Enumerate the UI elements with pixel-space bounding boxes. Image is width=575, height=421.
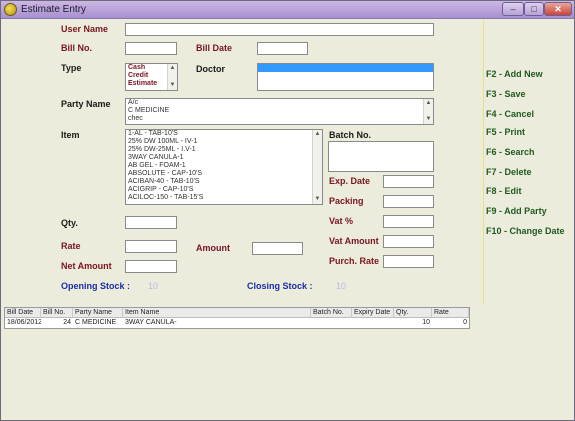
title-bar[interactable]: Estimate Entry – □ ✕ bbox=[1, 1, 574, 19]
scroll-down-icon[interactable]: ▼ bbox=[424, 115, 433, 124]
item-scrollbar[interactable]: ▲ ▼ bbox=[312, 130, 322, 204]
column-header[interactable]: Batch No. bbox=[311, 308, 352, 318]
party-option[interactable]: C MEDICINE bbox=[126, 107, 433, 115]
bill-no-label: Bill No. bbox=[61, 43, 92, 53]
grid-header: Bill Date Bill No. Party Name Item Name … bbox=[5, 308, 469, 318]
column-header[interactable]: Party Name bbox=[73, 308, 123, 318]
packing-input[interactable] bbox=[383, 195, 434, 208]
column-header[interactable]: Qty. bbox=[394, 308, 432, 318]
batch-no-label: Batch No. bbox=[329, 130, 372, 140]
column-header[interactable]: Bill No. bbox=[41, 308, 73, 318]
item-option[interactable]: ACIBAN-40 - TAB-10'S bbox=[126, 178, 322, 186]
party-option[interactable]: A/c bbox=[126, 99, 433, 107]
bill-date-input[interactable] bbox=[257, 42, 308, 55]
shortcut-add-party[interactable]: F9 - Add Party bbox=[486, 206, 547, 216]
user-name-label: User Name bbox=[61, 24, 109, 34]
rate-label: Rate bbox=[61, 241, 81, 251]
cell-expiry-date bbox=[352, 318, 394, 328]
bill-no-input[interactable] bbox=[125, 42, 177, 55]
close-button[interactable]: ✕ bbox=[544, 2, 572, 16]
item-label: Item bbox=[61, 130, 80, 140]
net-amount-input[interactable] bbox=[125, 260, 177, 273]
column-header[interactable]: Bill Date bbox=[5, 308, 41, 318]
cell-rate: 0 bbox=[463, 319, 467, 326]
shortcut-save[interactable]: F3 - Save bbox=[486, 89, 526, 99]
shortcut-change-date[interactable]: F10 - Change Date bbox=[486, 226, 565, 236]
scroll-up-icon[interactable]: ▲ bbox=[168, 64, 177, 73]
purch-rate-label: Purch. Rate bbox=[329, 256, 380, 266]
item-option[interactable]: ABSOLUTE - CAP-10'S bbox=[126, 170, 322, 178]
type-label: Type bbox=[61, 63, 82, 73]
type-listbox[interactable]: Cash Credit Estimate ▲ ▼ bbox=[125, 63, 178, 91]
scroll-up-icon[interactable]: ▲ bbox=[424, 99, 433, 108]
batch-no-listbox[interactable] bbox=[328, 141, 434, 172]
rate-input[interactable] bbox=[125, 240, 177, 253]
shortcut-print[interactable]: F5 - Print bbox=[486, 127, 525, 137]
cell-item-name: 3WAY CANULA- bbox=[125, 319, 177, 326]
maximize-button[interactable]: □ bbox=[524, 2, 544, 16]
item-option[interactable]: 25% DW-25ML - I.V-1 bbox=[126, 146, 322, 154]
shortcut-cancel[interactable]: F4 - Cancel bbox=[486, 109, 534, 119]
party-scrollbar[interactable]: ▲ ▼ bbox=[423, 99, 433, 124]
purch-rate-input[interactable] bbox=[383, 255, 434, 268]
closing-stock-label: Closing Stock : bbox=[247, 281, 313, 291]
vat-amount-label: Vat Amount bbox=[329, 236, 379, 246]
item-option[interactable]: ACIGRIP - CAP-10'S bbox=[126, 186, 322, 194]
shortcut-edit[interactable]: F8 - Edit bbox=[486, 186, 522, 196]
party-option[interactable]: chec bbox=[126, 115, 433, 123]
shortcut-search[interactable]: F6 - Search bbox=[486, 147, 535, 157]
item-option[interactable]: 25% DW 100ML - IV-1 bbox=[126, 138, 322, 146]
scroll-down-icon[interactable]: ▼ bbox=[313, 195, 322, 204]
item-listbox[interactable]: 1-AL - TAB-10'S 25% DW 100ML - IV-1 25% … bbox=[125, 129, 323, 205]
amount-input[interactable] bbox=[252, 242, 303, 255]
app-icon bbox=[4, 3, 17, 16]
cell-batch-no bbox=[311, 318, 352, 328]
divider bbox=[483, 19, 484, 305]
column-header[interactable]: Expiry Date bbox=[352, 308, 394, 318]
scroll-down-icon[interactable]: ▼ bbox=[168, 81, 177, 90]
shortcut-delete[interactable]: F7 - Delete bbox=[486, 167, 532, 177]
entries-grid[interactable]: Bill Date Bill No. Party Name Item Name … bbox=[4, 307, 470, 329]
estimate-entry-window: Estimate Entry – □ ✕ User Name Bill No. … bbox=[0, 0, 575, 421]
item-option[interactable]: AB GEL - FOAM-1 bbox=[126, 162, 322, 170]
net-amount-label: Net Amount bbox=[61, 261, 112, 271]
vat-amount-input[interactable] bbox=[383, 235, 434, 248]
minimize-button[interactable]: – bbox=[502, 2, 524, 16]
vat-percent-label: Vat % bbox=[329, 216, 354, 226]
qty-label: Qty. bbox=[61, 218, 78, 228]
scroll-up-icon[interactable]: ▲ bbox=[313, 130, 322, 139]
qty-input[interactable] bbox=[125, 216, 177, 229]
vat-percent-input[interactable] bbox=[383, 215, 434, 228]
cell-qty: 10 bbox=[422, 319, 430, 326]
item-option[interactable]: 3WAY CANULA-1 bbox=[126, 154, 322, 162]
opening-stock-value: 10 bbox=[148, 281, 159, 291]
entry-form: User Name Bill No. Bill Date Type Cash C… bbox=[2, 19, 574, 305]
packing-label: Packing bbox=[329, 196, 364, 206]
party-name-label: Party Name bbox=[61, 99, 111, 109]
doctor-selected-row[interactable] bbox=[258, 64, 433, 72]
closing-stock-value: 10 bbox=[336, 281, 347, 291]
party-name-listbox[interactable]: A/c C MEDICINE chec ▲ ▼ bbox=[125, 98, 434, 125]
column-header[interactable]: Rate bbox=[432, 308, 469, 318]
item-option[interactable]: 1-AL - TAB-10'S bbox=[126, 130, 322, 138]
cell-bill-no: 24 bbox=[63, 319, 71, 326]
table-row[interactable]: 18/06/2012 24 C MEDICINE 3WAY CANULA- 10… bbox=[5, 318, 469, 328]
shortcut-add-new[interactable]: F2 - Add New bbox=[486, 69, 543, 79]
column-header[interactable]: Item Name bbox=[123, 308, 311, 318]
type-scrollbar[interactable]: ▲ ▼ bbox=[167, 64, 177, 90]
amount-label: Amount bbox=[196, 243, 230, 253]
cell-bill-date: 18/06/2012 bbox=[7, 319, 41, 326]
exp-date-label: Exp. Date bbox=[329, 176, 371, 186]
window-title: Estimate Entry bbox=[21, 4, 87, 15]
user-name-input[interactable] bbox=[125, 23, 434, 36]
item-option[interactable]: ACILOC-150 - TAB-15'S bbox=[126, 194, 322, 202]
bill-date-label: Bill Date bbox=[196, 43, 233, 53]
cell-party-name: C MEDICINE bbox=[75, 319, 117, 326]
doctor-label: Doctor bbox=[196, 64, 225, 74]
opening-stock-label: Opening Stock : bbox=[61, 281, 131, 291]
doctor-listbox[interactable] bbox=[257, 63, 434, 91]
exp-date-input[interactable] bbox=[383, 175, 434, 188]
